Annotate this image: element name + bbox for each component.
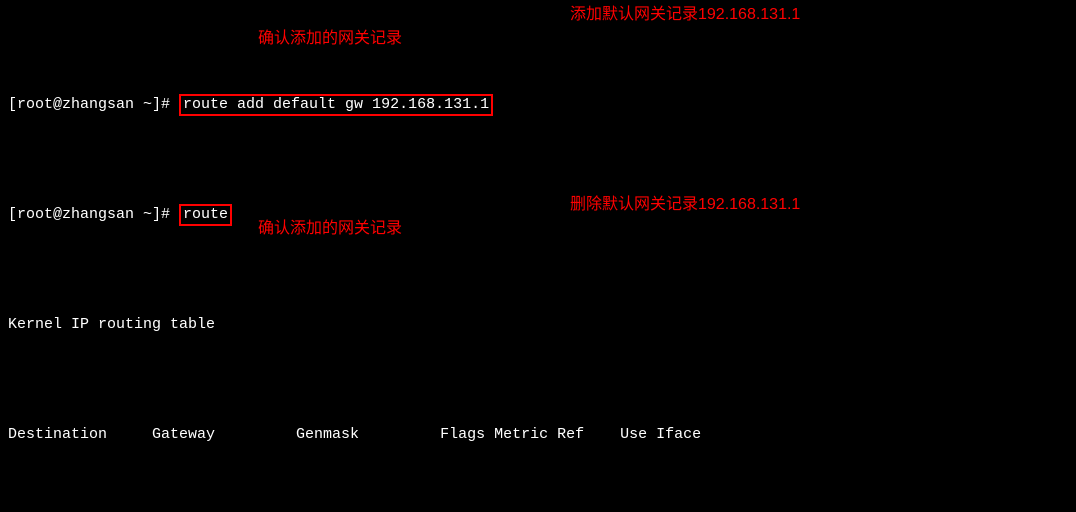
- shell-line: [root@zhangsan ~]# route: [8, 204, 1068, 226]
- command-route: route: [179, 204, 232, 226]
- routing-table-title: Kernel IP routing table: [8, 314, 1068, 336]
- prompt: [root@zhangsan ~]#: [8, 206, 179, 223]
- annotation-add: 添加默认网关记录192.168.131.1: [570, 4, 800, 26]
- annotation-del: 删除默认网关记录192.168.131.1: [570, 194, 800, 216]
- command-add-route: route add default gw 192.168.131.1: [179, 94, 493, 116]
- shell-line: [root@zhangsan ~]# route add default gw …: [8, 94, 1068, 116]
- annotation-confirm1: 确认添加的网关记录: [258, 28, 402, 50]
- routing-table-header: Destination Gateway Genmask Flags Metric…: [8, 424, 1068, 446]
- terminal-output[interactable]: [root@zhangsan ~]# route add default gw …: [0, 0, 1076, 512]
- prompt: [root@zhangsan ~]#: [8, 96, 179, 113]
- annotation-confirm2: 确认添加的网关记录: [258, 218, 402, 240]
